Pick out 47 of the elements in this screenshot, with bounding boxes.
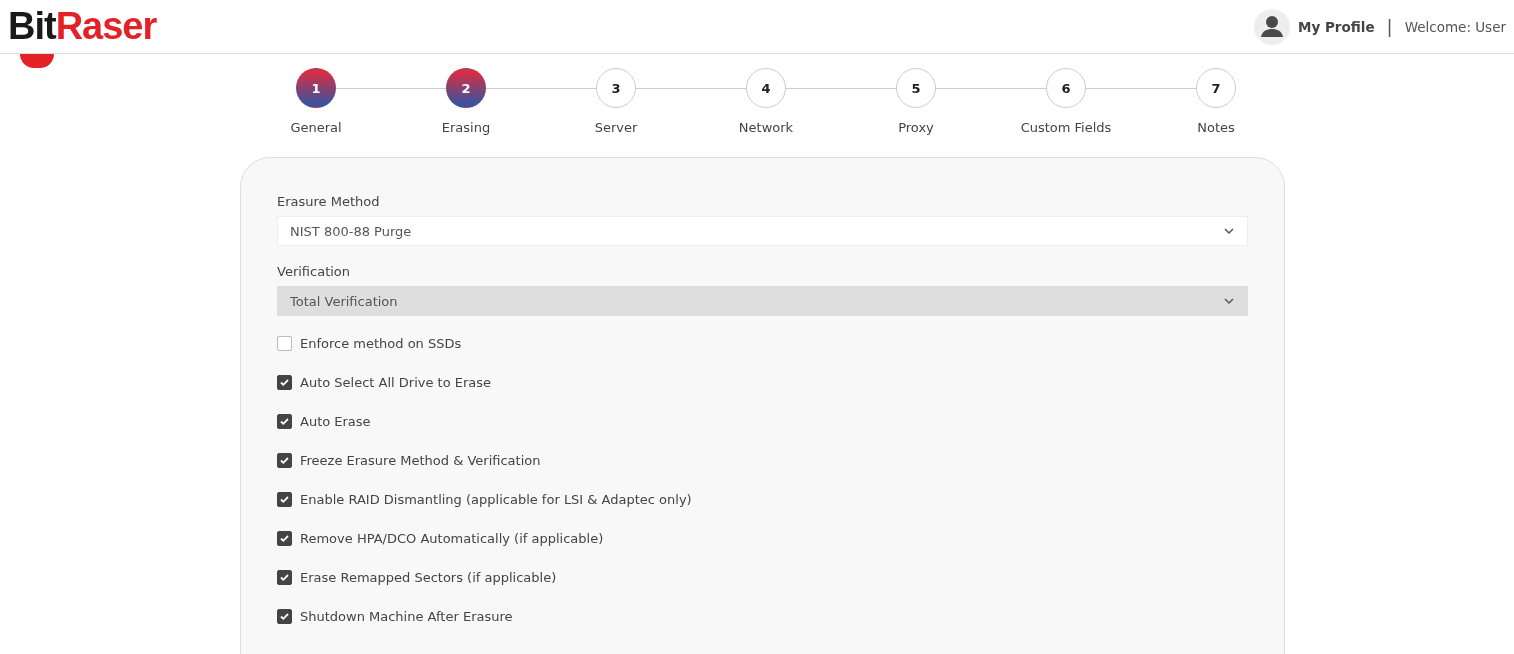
checkmark-icon — [280, 417, 289, 426]
my-profile-link[interactable]: My Profile — [1298, 18, 1375, 35]
step-label: General — [290, 120, 342, 135]
field-label: Verification — [277, 264, 352, 279]
chevron-down-icon — [1223, 225, 1235, 237]
step-circle[interactable]: 6 — [1046, 68, 1086, 108]
checkbox[interactable] — [277, 531, 292, 546]
checkbox-label: Erase Remapped Sectors (if applicable) — [300, 570, 557, 585]
step-label: Custom Fields — [1020, 120, 1112, 135]
step-circle[interactable]: 4 — [746, 68, 786, 108]
step-circle[interactable]: 7 — [1196, 68, 1236, 108]
checkbox[interactable] — [277, 453, 292, 468]
select-field[interactable]: NIST 800-88 Purge — [277, 216, 1248, 246]
checkbox-label: Auto Erase — [300, 414, 371, 429]
checkmark-icon — [280, 534, 289, 543]
step-circle[interactable]: 5 — [896, 68, 936, 108]
checkbox[interactable] — [277, 414, 292, 429]
step-label: Proxy — [898, 120, 934, 135]
step-label: Network — [738, 120, 794, 135]
welcome-text: Welcome: User — [1404, 18, 1506, 35]
checkbox[interactable] — [277, 570, 292, 585]
avatar-icon — [1254, 8, 1290, 45]
step-circle[interactable]: 3 — [596, 68, 636, 108]
step-label: Server — [594, 120, 638, 135]
checkbox[interactable] — [277, 609, 292, 624]
chevron-down-icon — [1223, 295, 1235, 307]
separator: | — [1386, 16, 1393, 37]
checkbox-label: Auto Select All Drive to Erase — [300, 375, 492, 390]
step-label: Notes — [1197, 120, 1235, 135]
checkbox[interactable] — [277, 336, 292, 351]
checkbox-label: Freeze Erasure Method & Verification — [300, 453, 541, 468]
field-label: Erasure Method — [277, 194, 381, 209]
checkmark-icon — [280, 573, 289, 582]
checkbox[interactable] — [277, 492, 292, 507]
step-circle[interactable]: 2 — [446, 68, 486, 108]
checkbox-label: Remove HPA/DCO Automatically (if applicable) — [300, 531, 604, 546]
step-label: Erasing — [441, 120, 491, 135]
checkmark-icon — [280, 456, 289, 465]
checkmark-icon — [280, 612, 289, 621]
checkbox-label: Shutdown Machine After Erasure — [300, 609, 513, 624]
checkbox[interactable] — [277, 375, 292, 390]
checkmark-icon — [280, 378, 289, 387]
step-circle[interactable]: 1 — [296, 68, 336, 108]
checkbox-label: Enforce method on SSDs — [300, 336, 462, 351]
checkmark-icon — [280, 495, 289, 504]
checkbox-label: Enable RAID Dismantling (applicable for LSI & Adaptec only) — [300, 492, 692, 507]
bitraser-logo: BitRaser — [8, 5, 157, 48]
